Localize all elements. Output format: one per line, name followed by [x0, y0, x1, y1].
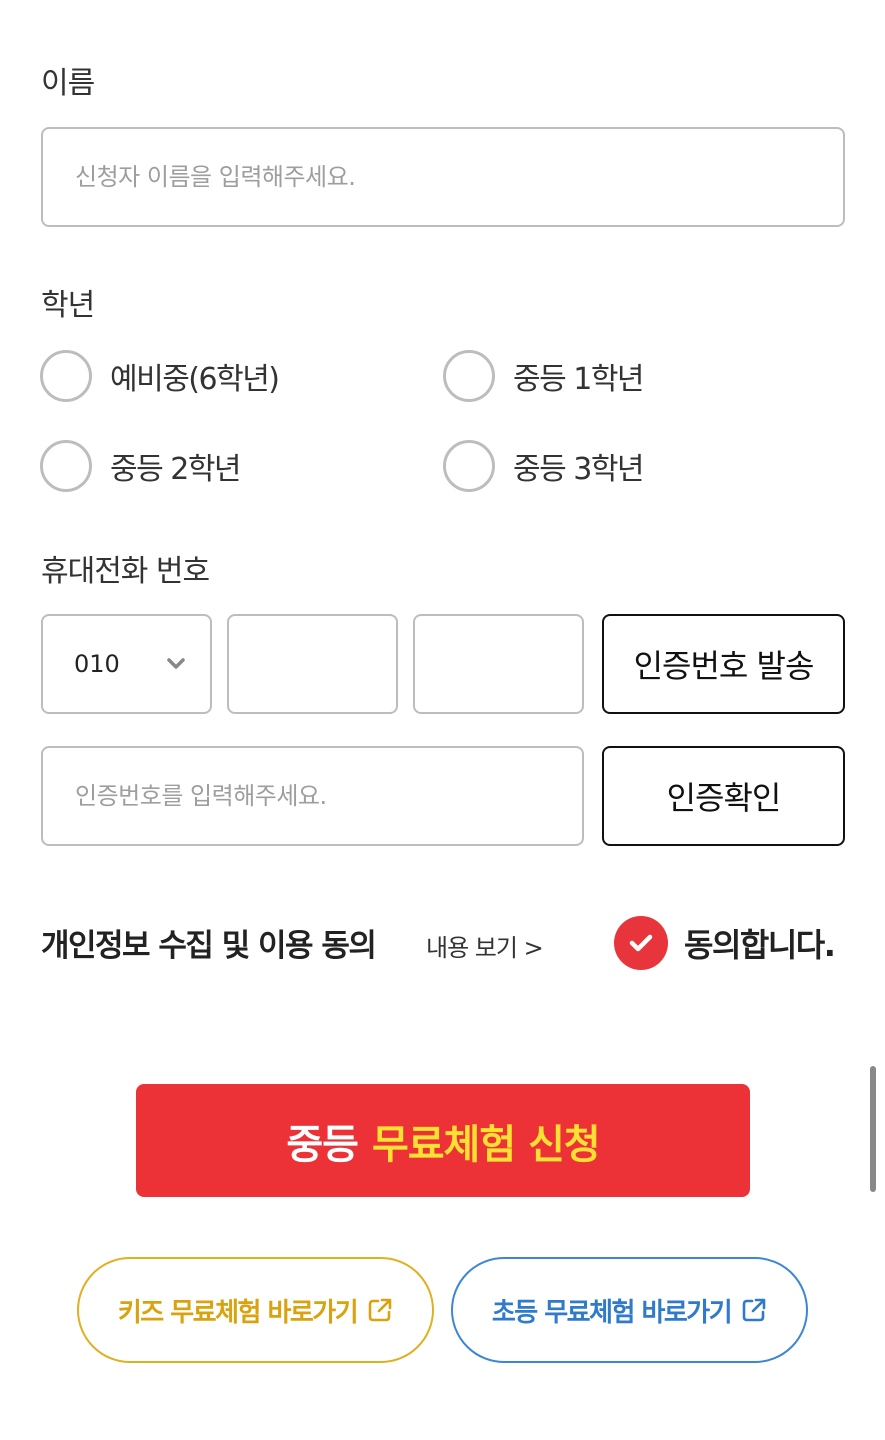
kids-free-trial-link[interactable]: 키즈 무료체험 바로가기 — [77, 1257, 434, 1363]
consent-view-link[interactable]: 내용 보기 > — [426, 928, 544, 963]
grade-radio-pre-middle[interactable]: 예비중(6학년) — [40, 350, 280, 402]
grade-option-label: 중등 1학년 — [513, 362, 645, 397]
kids-link-label: 키즈 무료체험 바로가기 — [117, 1297, 359, 1328]
phone-prefix-value: 010 — [74, 650, 120, 678]
radio-circle[interactable] — [443, 440, 495, 492]
grade-radio-middle-2[interactable]: 중등 2학년 — [40, 440, 242, 492]
phone-prefix-select[interactable]: 010 — [41, 614, 212, 714]
send-code-button[interactable]: 인증번호 발송 — [602, 614, 845, 714]
external-link-icon — [742, 1298, 766, 1322]
elementary-free-trial-link[interactable]: 초등 무료체험 바로가기 — [451, 1257, 808, 1363]
grade-option-label: 예비중(6학년) — [110, 362, 280, 397]
submit-free-trial-button[interactable]: 중등 무료체험 신청 — [136, 1084, 750, 1197]
external-link-icon — [368, 1298, 392, 1322]
grade-option-label: 중등 3학년 — [513, 452, 645, 487]
radio-circle[interactable] — [443, 350, 495, 402]
radio-circle[interactable] — [40, 350, 92, 402]
submit-label-grade: 중등 — [286, 1121, 359, 1168]
agree-checkbox[interactable] — [614, 916, 668, 970]
phone-last-input[interactable] — [413, 614, 584, 714]
scrollbar[interactable] — [870, 1066, 876, 1192]
name-input[interactable] — [41, 127, 845, 227]
elementary-link-label: 초등 무료체험 바로가기 — [491, 1297, 733, 1328]
grade-radio-middle-3[interactable]: 중등 3학년 — [443, 440, 645, 492]
grade-option-label: 중등 2학년 — [110, 452, 242, 487]
name-label: 이름 — [41, 66, 95, 101]
consent-title: 개인정보 수집 및 이용 동의 — [41, 928, 377, 964]
agree-label[interactable]: 동의합니다. — [684, 920, 836, 966]
chevron-down-icon — [167, 658, 185, 669]
grade-label: 학년 — [41, 288, 95, 323]
verification-code-input[interactable] — [41, 746, 584, 846]
radio-circle[interactable] — [40, 440, 92, 492]
phone-middle-input[interactable] — [227, 614, 398, 714]
checkmark-icon — [629, 934, 653, 952]
submit-label-action: 무료체험 신청 — [371, 1121, 601, 1168]
grade-radio-middle-1[interactable]: 중등 1학년 — [443, 350, 645, 402]
verify-button[interactable]: 인증확인 — [602, 746, 845, 846]
phone-label: 휴대전화 번호 — [41, 554, 210, 589]
